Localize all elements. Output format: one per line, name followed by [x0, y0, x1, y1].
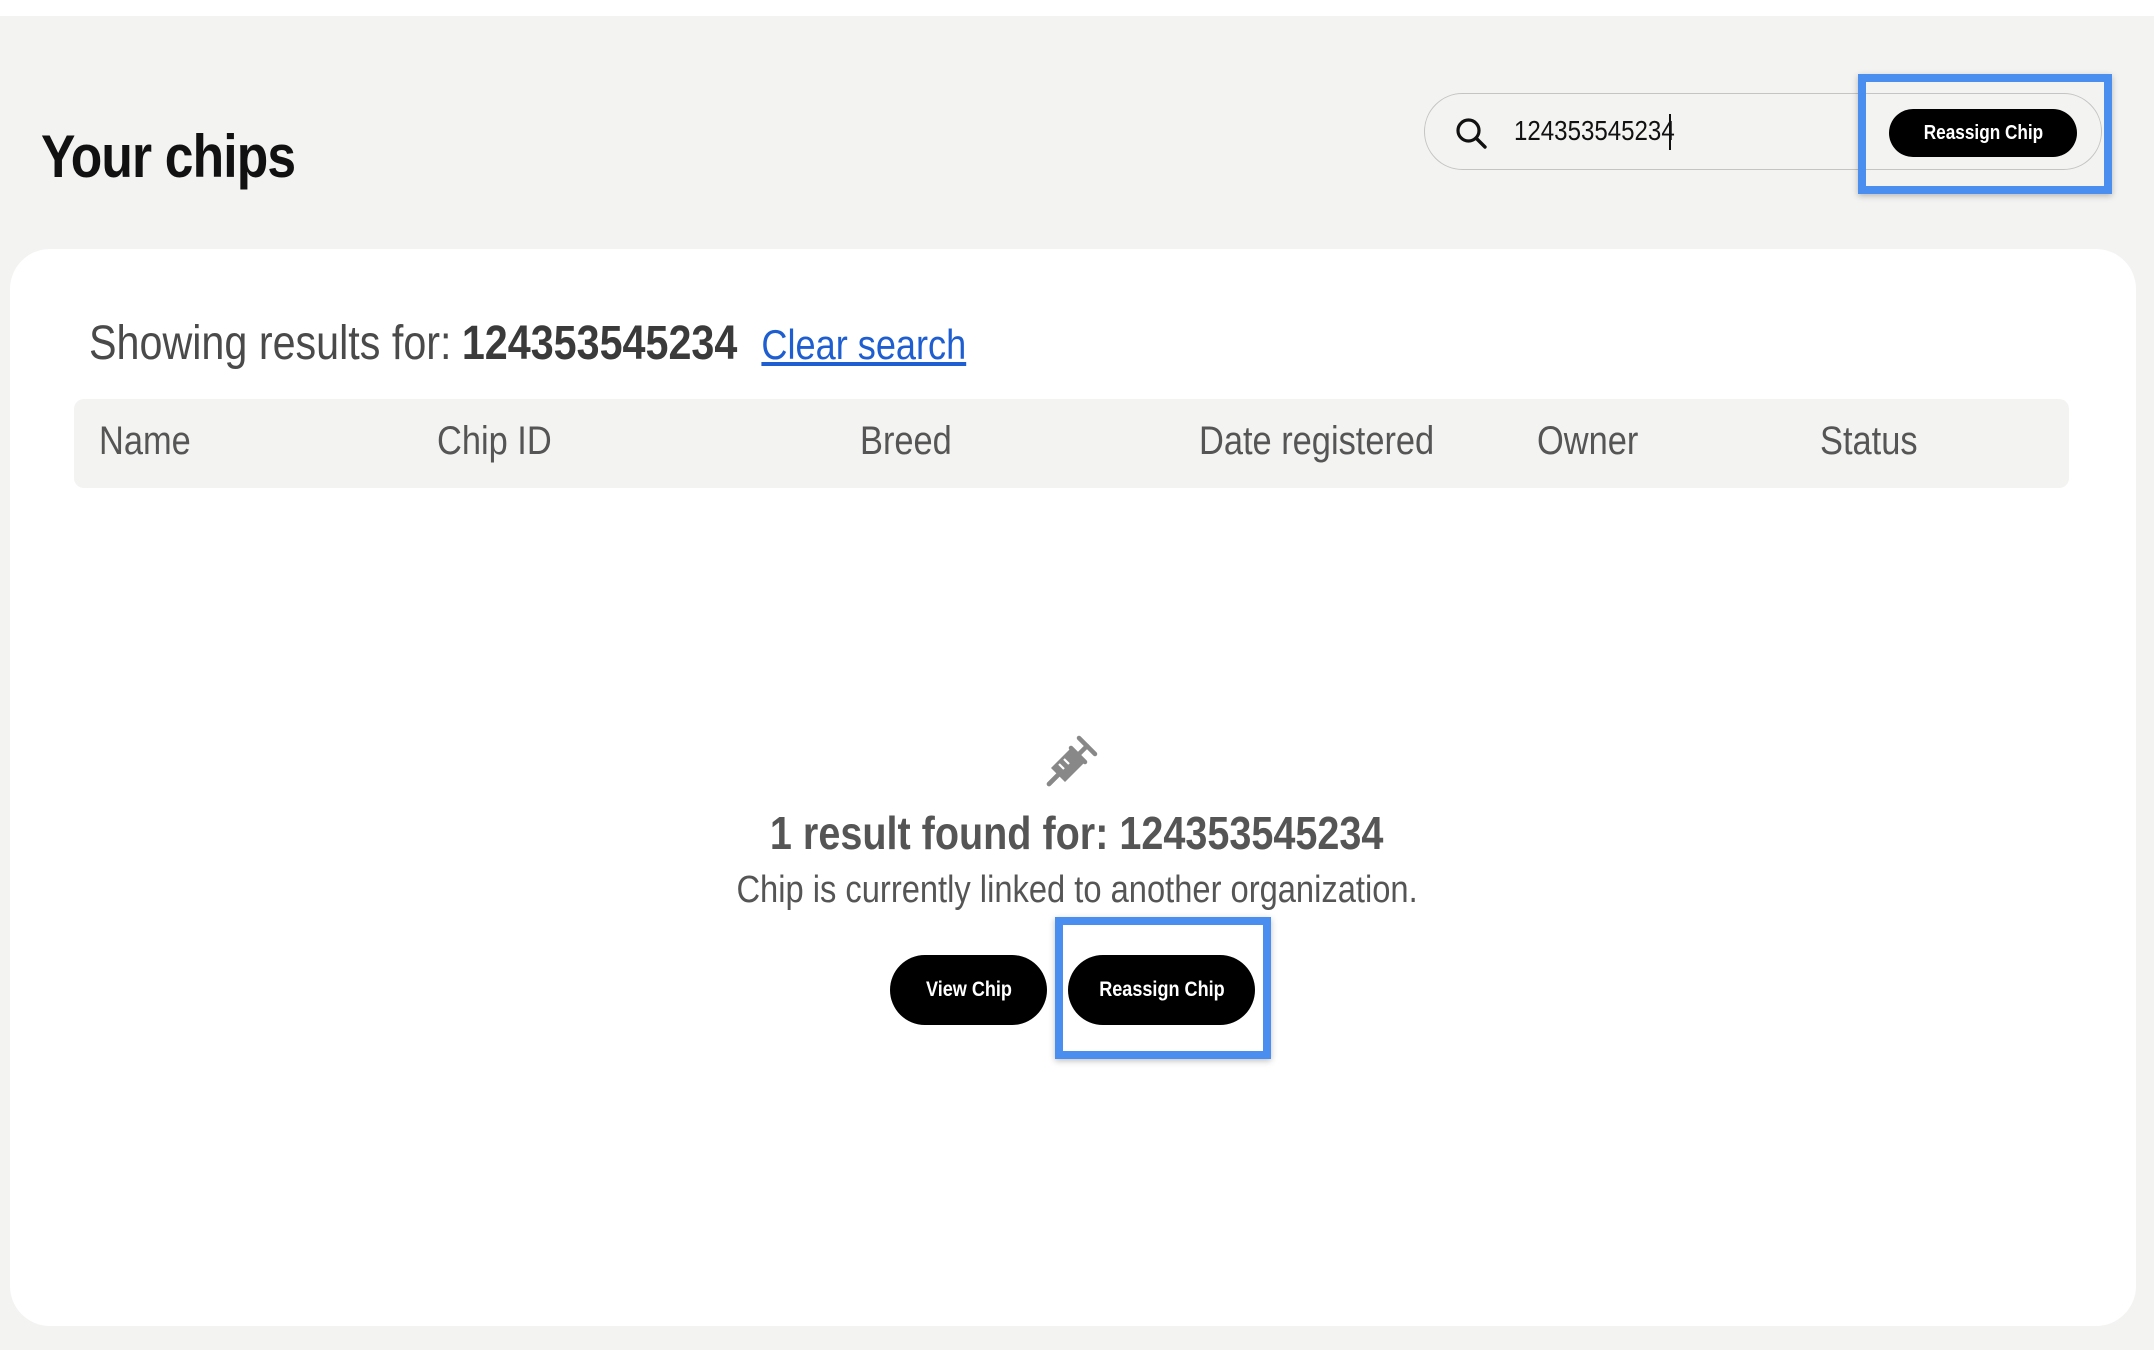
reassign-chip-button-header[interactable]: Reassign Chip [1889, 109, 2077, 157]
clear-search-link[interactable]: Clear search [761, 321, 966, 369]
column-header-date-registered[interactable]: Date registered [1199, 419, 1434, 464]
view-chip-button-label: View Chip [925, 978, 1012, 1001]
column-header-breed[interactable]: Breed [860, 419, 952, 464]
result-heading: 1 result found for: 124353545234 [0, 806, 2154, 860]
results-summary: Showing results for: 124353545234 Clear … [89, 316, 966, 376]
result-message: Chip is currently linked to another orga… [0, 869, 2154, 912]
result-message-text: Chip is currently linked to another orga… [736, 869, 1418, 911]
table-header [74, 399, 2069, 488]
results-label: Showing results for: [89, 317, 452, 370]
reassign-chip-button[interactable]: Reassign Chip [1068, 955, 1255, 1025]
search-icon [1456, 118, 1487, 149]
search-input[interactable] [1514, 108, 1798, 154]
column-header-status[interactable]: Status [1820, 419, 1918, 464]
syringe-icon [1046, 735, 1098, 787]
column-header-owner[interactable]: Owner [1537, 419, 1638, 464]
column-header-chip-id[interactable]: Chip ID [437, 419, 552, 464]
column-header-name[interactable]: Name [99, 419, 191, 464]
reassign-chip-button-label: Reassign Chip [1098, 978, 1225, 1001]
results-term: 124353545234 [461, 317, 738, 370]
result-heading-text: 1 result found for: 124353545234 [770, 807, 1384, 859]
view-chip-button[interactable]: View Chip [890, 955, 1047, 1025]
reassign-chip-button-header-label: Reassign Chip [1923, 121, 2043, 144]
page-title: Your chips [41, 123, 296, 191]
text-caret [1669, 114, 1671, 150]
